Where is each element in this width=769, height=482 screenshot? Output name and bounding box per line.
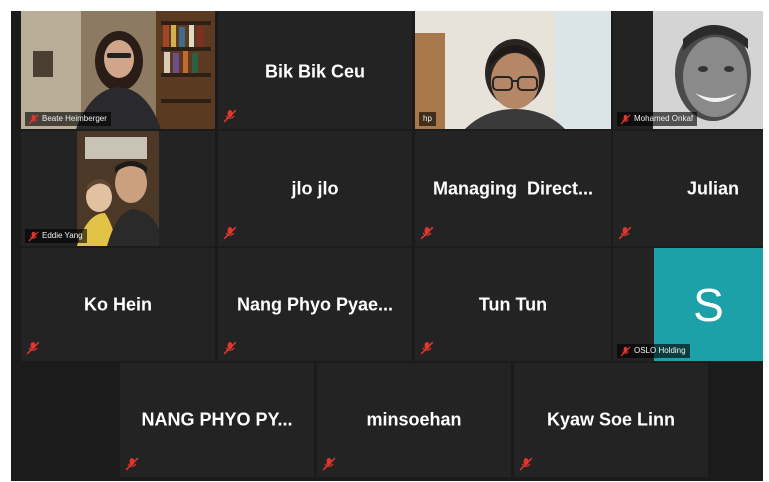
muted-mic-icon [620, 346, 631, 357]
muted-mic-icon [28, 114, 39, 125]
participant-display-name: NANG PHYO PY... [141, 409, 293, 430]
participant-display-name: Kyaw Soe Linn [546, 409, 676, 430]
muted-mic-icon [420, 226, 434, 240]
participant-display-name: jlo jlo [291, 178, 339, 198]
muted-mic-icon [223, 109, 237, 123]
participant-tile-kyaw-soe-linn[interactable]: Kyaw Soe Linn [514, 363, 708, 477]
muted-mic-icon [322, 457, 336, 471]
participant-video [415, 11, 611, 129]
participant-display-name: Julian [686, 178, 739, 198]
participant-tile-ko-hein[interactable]: Ko Hein [21, 248, 215, 361]
participant-name-label: OSLO Holding [617, 344, 690, 358]
participant-tile-managing-director[interactable]: Managing Direct... [415, 131, 611, 246]
participant-name-label: Mohamed Onkaf [617, 112, 698, 126]
participant-display-name: minsoehan [366, 409, 462, 430]
muted-mic-icon [125, 457, 139, 471]
participant-display-name: Managing Direct... [432, 178, 594, 198]
muted-mic-icon [618, 226, 632, 240]
participant-name-label: Eddie Yang [25, 229, 87, 243]
participant-tile-nang-phyo-pyae[interactable]: Nang Phyo Pyae... [218, 248, 412, 361]
participant-display-name: Tun Tun [478, 294, 548, 314]
muted-mic-icon [223, 341, 237, 355]
participant-tile-oslo-holding[interactable]: S OSLO Holding [613, 248, 763, 361]
muted-mic-icon [620, 114, 631, 125]
muted-mic-icon [223, 226, 237, 240]
participant-display-name: Ko Hein [83, 294, 152, 314]
meeting-gallery: Beate Heimberger Bik Bik Ceu hp Mohamed … [11, 11, 763, 481]
participant-display-name: Bik Bik Ceu [264, 61, 366, 82]
participant-video [77, 131, 159, 246]
participant-tile-bik-bik-ceu[interactable]: Bik Bik Ceu [218, 11, 412, 129]
participant-tile-minsoehan[interactable]: minsoehan [317, 363, 511, 477]
participant-tile-tun-tun[interactable]: Tun Tun [415, 248, 611, 361]
participant-name-label: hp [419, 112, 436, 126]
muted-mic-icon [28, 231, 39, 242]
participant-tile-julian[interactable]: Julian [613, 131, 763, 246]
participant-tile-hp[interactable]: hp [415, 11, 611, 129]
participant-tile-eddie[interactable]: Eddie Yang [21, 131, 215, 246]
participant-tile-jlo-jlo[interactable]: jlo jlo [218, 131, 412, 246]
participant-tile-nang-phyo-py-caps[interactable]: NANG PHYO PY... [120, 363, 314, 477]
participant-name-label: Beate Heimberger [25, 112, 111, 126]
muted-mic-icon [26, 341, 40, 355]
muted-mic-icon [420, 341, 434, 355]
participant-display-name: Nang Phyo Pyae... [236, 294, 394, 314]
participant-tile-beate[interactable]: Beate Heimberger [21, 11, 215, 129]
muted-mic-icon [519, 457, 533, 471]
participant-tile-mohamed[interactable]: Mohamed Onkaf [613, 11, 763, 129]
